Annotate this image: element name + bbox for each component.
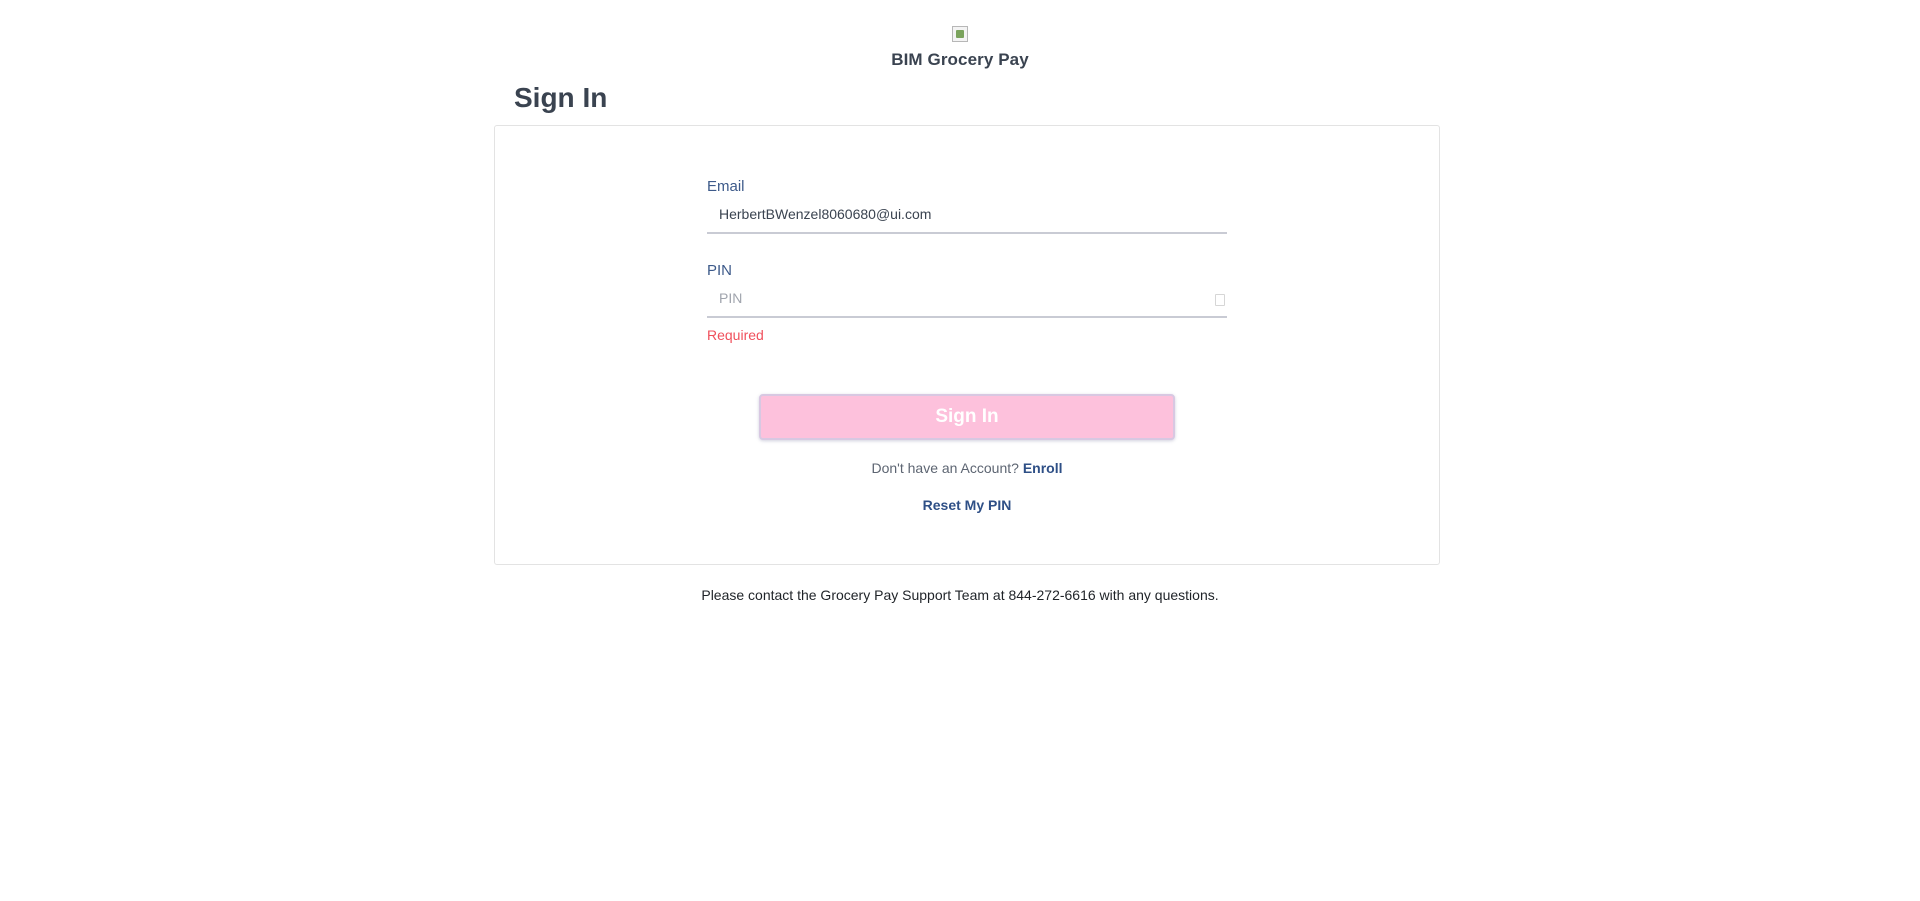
brand-name: BIM Grocery Pay xyxy=(891,50,1029,69)
show-pin-icon[interactable] xyxy=(1215,294,1225,306)
pin-input[interactable] xyxy=(707,282,1199,314)
sign-in-page: BIM Grocery Pay Sign In Email PIN Requir… xyxy=(0,0,1920,901)
sign-in-button[interactable]: Sign In xyxy=(759,394,1175,440)
sign-in-card: Email PIN Required Sign In Don't have an… xyxy=(494,125,1440,565)
email-field-wrapper xyxy=(707,198,1227,234)
brand-header: BIM Grocery Pay xyxy=(0,26,1920,70)
support-message: Please contact the Grocery Pay Support T… xyxy=(701,587,1219,603)
reset-pin-link[interactable]: Reset My PIN xyxy=(923,497,1012,513)
broken-image-icon xyxy=(952,26,968,42)
enroll-row: Don't have an Account? Enroll xyxy=(495,460,1439,476)
page-title: Sign In xyxy=(514,82,608,113)
pin-field-wrapper xyxy=(707,282,1227,318)
enroll-link[interactable]: Enroll xyxy=(1023,460,1063,476)
pin-error-message: Required xyxy=(707,327,764,343)
reset-row: Reset My PIN xyxy=(495,497,1439,513)
pin-label: PIN xyxy=(707,262,733,279)
email-input[interactable] xyxy=(707,198,1199,230)
enroll-prompt: Don't have an Account? xyxy=(871,460,1023,476)
email-label: Email xyxy=(707,178,745,195)
